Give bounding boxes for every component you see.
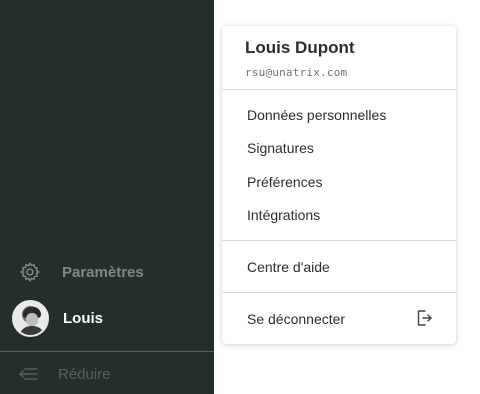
user-email: rsu@unatrix.com: [245, 66, 348, 79]
sidebar-collapse-label: Réduire: [58, 365, 111, 383]
menu-item-help-center[interactable]: Centre d'aide: [247, 259, 330, 275]
avatar: [12, 299, 49, 337]
menu-item-logout[interactable]: Se déconnecter: [247, 311, 345, 327]
menu-item-preferences[interactable]: Préférences: [247, 174, 322, 190]
sidebar-collapse-button[interactable]: Réduire: [0, 362, 214, 386]
menu-divider: [222, 89, 456, 90]
menu-header: Louis Dupont rsu@unatrix.com: [245, 38, 355, 79]
user-dropdown-menu: Louis Dupont rsu@unatrix.com Données per…: [222, 26, 456, 344]
logout-icon[interactable]: [415, 309, 433, 327]
sidebar-item-user[interactable]: Louis: [0, 298, 214, 338]
sidebar-user-name: Louis: [63, 309, 103, 327]
sidebar-item-settings[interactable]: Paramètres: [0, 256, 214, 288]
menu-item-signatures[interactable]: Signatures: [247, 140, 314, 156]
menu-divider: [222, 292, 456, 293]
menu-item-integrations[interactable]: Intégrations: [247, 207, 320, 223]
menu-divider: [222, 240, 456, 241]
user-full-name: Louis Dupont: [245, 38, 355, 57]
collapse-sidebar-icon: [18, 366, 38, 382]
menu-item-personal-data[interactable]: Données personnelles: [247, 107, 386, 123]
sidebar-divider: [0, 351, 214, 352]
sidebar-item-label: Paramètres: [62, 263, 144, 281]
sidebar: Paramètres Louis Réduire: [0, 0, 214, 394]
gear-icon: [18, 260, 42, 284]
